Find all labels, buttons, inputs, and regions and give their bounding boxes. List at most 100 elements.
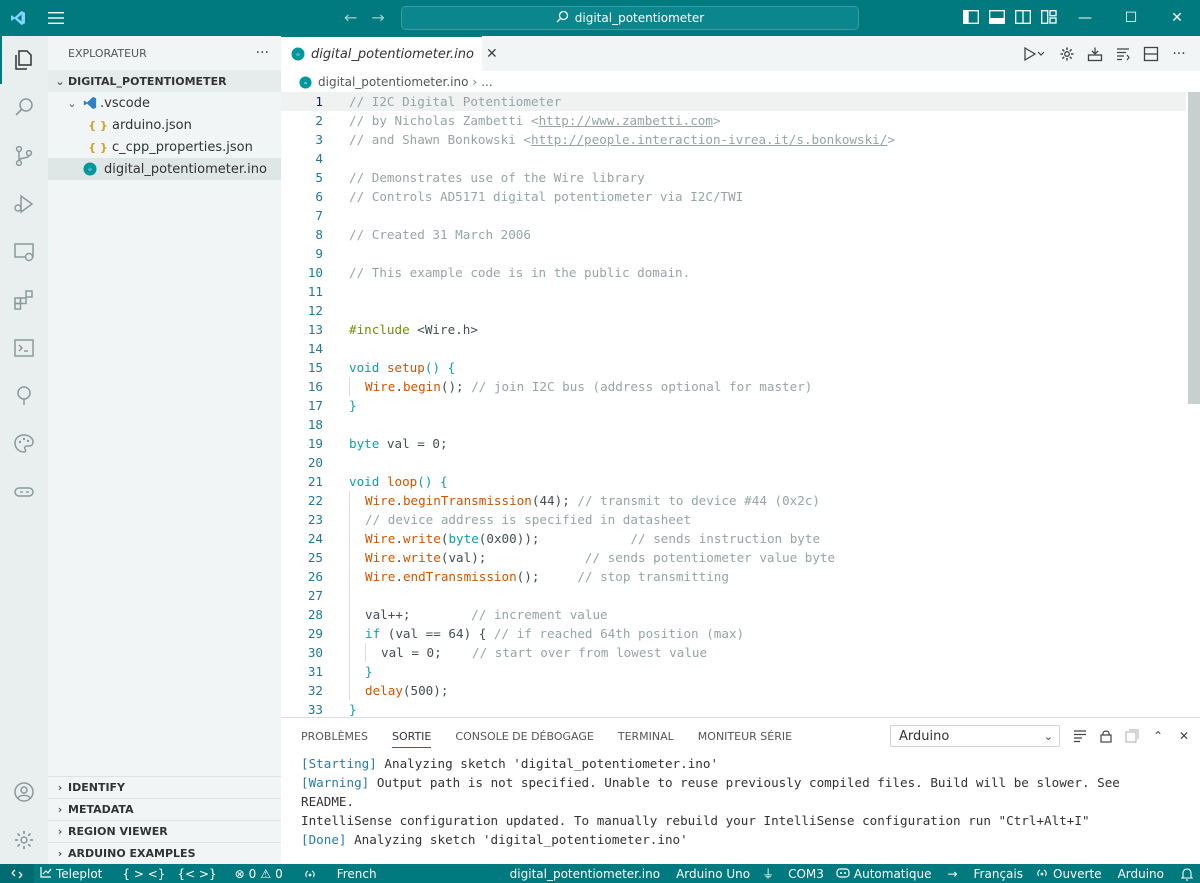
clear-output-icon[interactable] xyxy=(1072,728,1088,744)
chevron-down-icon: ⌄ xyxy=(55,74,65,88)
tree-item-c-cpp-properties[interactable]: { } c_cpp_properties.json xyxy=(48,136,281,158)
section-arduino-examples[interactable]: › ARDUINO EXAMPLES xyxy=(48,842,281,864)
arduino-file-icon: ∞ xyxy=(80,162,100,176)
toggle-primary-sidebar-icon[interactable] xyxy=(962,8,980,26)
brackets-button-1[interactable]: { > <} xyxy=(116,864,171,883)
chevron-right-icon: › xyxy=(57,781,63,794)
code-line: 8// Created 31 March 2006 xyxy=(315,227,531,242)
code-line: 5// Demonstrates use of the Wire library xyxy=(315,170,645,185)
forward-arrow-icon[interactable]: → xyxy=(371,8,384,27)
notifications-bell-icon[interactable] xyxy=(1174,864,1200,883)
explorer-icon[interactable] xyxy=(0,36,48,84)
breadcrumb: ∞ digital_potentiometer.ino › ... xyxy=(281,71,1200,93)
tree-icon[interactable] xyxy=(0,372,48,420)
remote-indicator-icon[interactable] xyxy=(0,864,34,883)
code-line: 23// device address is specified in data… xyxy=(307,512,692,527)
settings-gear-icon[interactable] xyxy=(0,816,48,864)
serial-list-icon[interactable] xyxy=(1114,45,1132,63)
more-actions-icon[interactable]: ··· xyxy=(256,45,269,61)
tree-item-vscode-folder[interactable]: ⌄ .vscode xyxy=(48,92,281,114)
code-line: 31} xyxy=(307,664,373,679)
arduino-status[interactable]: Arduino xyxy=(1112,864,1170,883)
tab-terminal[interactable]: TERMINAL xyxy=(618,730,674,743)
close-icon[interactable]: ✕ xyxy=(1154,0,1200,36)
account-icon[interactable] xyxy=(0,768,48,816)
sketch-file-status[interactable]: digital_potentiometer.ino xyxy=(504,864,666,883)
code-line: 2// by Nicholas Zambetti <http://www.zam… xyxy=(315,113,721,128)
tab-problems[interactable]: PROBLÈMES xyxy=(301,730,368,743)
board-status[interactable]: Arduino Uno xyxy=(670,864,756,883)
mode-status[interactable]: Automatique xyxy=(830,864,938,883)
arduino-file-icon: ∞ xyxy=(299,75,312,89)
error-count: 0 xyxy=(248,866,257,881)
tree-item-arduino-json[interactable]: { } arduino.json xyxy=(48,114,281,136)
arduino-board-icon[interactable] xyxy=(0,468,48,516)
maximize-icon[interactable]: ☐ xyxy=(1108,0,1154,36)
palette-icon[interactable] xyxy=(0,420,48,468)
code-link[interactable]: http://www.zambetti.com xyxy=(539,113,713,128)
terminal-icon[interactable] xyxy=(0,324,48,372)
language-status[interactable]: French xyxy=(331,864,383,883)
code-line: 12 xyxy=(307,303,323,318)
extensions-icon[interactable] xyxy=(0,276,48,324)
toggle-secondary-sidebar-icon[interactable] xyxy=(1014,8,1032,26)
remote-explorer-icon[interactable] xyxy=(0,228,48,276)
maximize-panel-icon[interactable]: ⌃ xyxy=(1150,728,1166,744)
bottom-panel: PROBLÈMES SORTIE CONSOLE DE DÉBOGAGE TER… xyxy=(281,717,1200,864)
code-line: 3// and Shawn Bonkowski <http://people.i… xyxy=(315,132,895,147)
back-arrow-icon[interactable]: ← xyxy=(344,8,357,27)
tree-item-sketch-file[interactable]: ∞ digital_potentiometer.ino xyxy=(48,158,281,180)
command-center-search[interactable]: digital_potentiometer xyxy=(401,6,859,30)
locale-status[interactable]: Français xyxy=(968,864,1029,883)
section-region-viewer[interactable]: › REGION VIEWER xyxy=(48,820,281,842)
code-editor[interactable]: 1// I2C Digital Potentiometer 2// by Nic… xyxy=(281,92,1200,717)
upload-board-icon[interactable] xyxy=(1086,45,1104,63)
problems-indicator[interactable]: ⊗ 0 ⚠ 0 xyxy=(229,864,289,883)
brackets-button-2[interactable]: {< >} xyxy=(171,864,222,883)
section-identify[interactable]: › IDENTIFY xyxy=(48,776,281,798)
code-line: 18 xyxy=(307,417,323,432)
tab-sketch-file[interactable]: ∞ digital_potentiometer.ino ✕ xyxy=(281,36,498,71)
chevron-right-icon: › xyxy=(57,825,63,838)
broadcast-icon[interactable] xyxy=(297,864,323,883)
activity-bar xyxy=(0,36,48,864)
split-editor-icon[interactable] xyxy=(1142,45,1160,63)
minimize-icon[interactable]: — xyxy=(1062,0,1108,36)
teleplot-button[interactable]: Teleplot xyxy=(34,864,108,883)
code-line: 19 byte val = 0; xyxy=(307,436,448,451)
search-icon[interactable] xyxy=(0,84,48,132)
run-debug-icon[interactable] xyxy=(0,180,48,228)
lock-icon[interactable] xyxy=(1098,728,1114,744)
code-link[interactable]: http://people.interaction-ivrea.it/s.bon… xyxy=(531,132,887,147)
port-status[interactable]: ⏚ COM3 xyxy=(756,864,830,883)
svg-text:∞: ∞ xyxy=(296,52,300,58)
upload-run-icon[interactable] xyxy=(1020,45,1048,63)
toggle-panel-icon[interactable] xyxy=(988,8,1006,26)
tab-output[interactable]: SORTIE xyxy=(391,725,432,748)
chevron-right-icon: › xyxy=(57,803,63,816)
close-panel-icon[interactable]: ✕ xyxy=(1176,728,1192,744)
chart-icon xyxy=(40,866,52,881)
tab-serial-monitor[interactable]: MONITEUR SÉRIE xyxy=(698,730,792,743)
tab-debug-console[interactable]: CONSOLE DE DÉBOGAGE xyxy=(455,730,593,743)
output-channel-select[interactable]: Arduino ⌄ xyxy=(890,725,1060,747)
open-status[interactable]: Ouverte xyxy=(1029,864,1108,883)
output-log: [Starting] Analyzing sketch 'digital_pot… xyxy=(301,754,1181,849)
arduino-file-icon: ∞ xyxy=(291,47,305,61)
breadcrumb-more[interactable]: ... xyxy=(481,75,492,89)
customize-layout-icon[interactable] xyxy=(1040,8,1058,26)
section-metadata[interactable]: › METADATA xyxy=(48,798,281,820)
code-line: 13 #include <Wire.h> xyxy=(307,322,478,337)
open-editor-icon[interactable] xyxy=(1124,728,1140,744)
more-actions-icon[interactable]: ··· xyxy=(1170,45,1188,63)
gear-icon[interactable] xyxy=(1058,45,1076,63)
menu-icon[interactable] xyxy=(38,0,74,36)
workspace-root[interactable]: ⌄ DIGITAL_POTENTIOMETER xyxy=(48,70,281,92)
open-label: Ouverte xyxy=(1053,866,1102,881)
breadcrumb-file[interactable]: digital_potentiometer.ino xyxy=(318,75,468,89)
source-control-icon[interactable] xyxy=(0,132,48,180)
editor-scrollbar[interactable] xyxy=(1188,92,1200,404)
close-tab-icon[interactable]: ✕ xyxy=(486,46,498,62)
copilot-icon xyxy=(836,866,850,881)
tree-item-label: digital_potentiometer.ino xyxy=(104,161,267,177)
